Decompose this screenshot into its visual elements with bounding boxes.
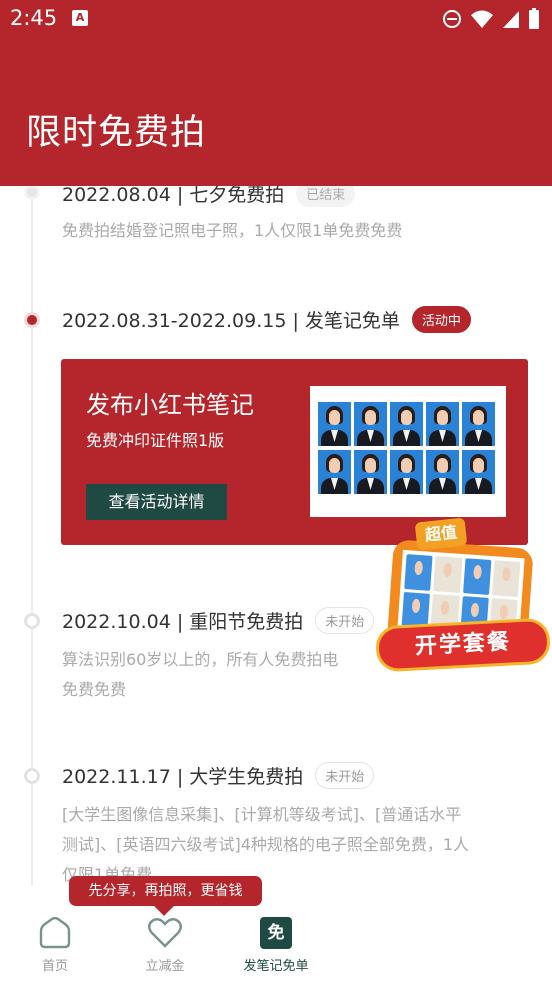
event-title-college: 2022.11.17 | 大学生免费拍 未开始 <box>62 762 375 789</box>
timeline-dot-upcoming <box>24 613 40 629</box>
id-photo <box>390 450 423 494</box>
status-badge-active: 活动中 <box>411 306 471 333</box>
status-bar: 2:45 A <box>0 0 552 40</box>
desc-line: 算法识别60岁以上的，所有人免费拍电 <box>62 650 339 669</box>
id-photo <box>318 402 351 446</box>
wifi-icon <box>471 10 493 28</box>
nav-item-note-free[interactable]: 免 发笔记免单 <box>221 917 331 974</box>
status-badge-upcoming: 未开始 <box>315 762 375 789</box>
id-photo-sheet-image <box>310 386 506 517</box>
id-photo <box>462 450 495 494</box>
event-title-text: 2022.10.04 | 重阳节免费拍 <box>62 611 304 633</box>
do-not-disturb-icon <box>443 10 461 28</box>
page-title: 限时免费拍 <box>26 113 207 153</box>
desc-line: 免费免费 <box>62 680 127 699</box>
event-title-note-free: 2022.08.31-2022.09.15 | 发笔记免单 活动中 <box>62 306 471 333</box>
event-title-text: 2022.08.31-2022.09.15 | 发笔记免单 <box>62 310 400 332</box>
nav-label: 首页 <box>41 959 68 974</box>
id-photo <box>390 402 423 446</box>
id-photo <box>318 450 351 494</box>
nav-label: 发笔记免单 <box>243 959 309 974</box>
promo-subtitle: 免费冲印证件照1版 <box>86 431 225 450</box>
nav-label: 立减金 <box>145 959 185 974</box>
id-photo <box>354 402 387 446</box>
status-badge-upcoming: 未开始 <box>315 607 375 634</box>
timeline-dot-upcoming <box>24 768 40 784</box>
event-title-chongyang: 2022.10.04 | 重阳节免费拍 未开始 <box>62 607 375 634</box>
heart-icon <box>148 918 182 948</box>
timeline-dot-ended <box>24 184 40 200</box>
status-time: 2:45 <box>10 6 58 30</box>
bottom-nav: 首页 立减金 免 发笔记免单 <box>0 905 552 981</box>
back-to-school-package-sticker[interactable]: 超值 开学套餐 <box>372 510 552 690</box>
nav-item-home[interactable]: 首页 <box>0 917 110 974</box>
id-photo <box>462 402 495 446</box>
share-tooltip: 先分享，再拍照，更省钱 <box>69 876 262 906</box>
status-icons <box>442 8 540 30</box>
desc-line: [大学生图像信息采集]、[计算机等级考试]、[普通话水平 <box>62 805 462 824</box>
notification-icon: A <box>72 10 88 26</box>
signal-icon <box>503 11 519 28</box>
home-icon <box>39 917 71 949</box>
id-photo <box>426 450 459 494</box>
timeline-dot-active <box>24 312 40 328</box>
battery-icon <box>529 8 539 29</box>
event-title-text: 2022.11.17 | 大学生免费拍 <box>62 766 304 788</box>
promo-title: 发布小红书笔记 <box>86 391 254 419</box>
free-badge-icon: 免 <box>260 917 292 949</box>
nav-item-discount[interactable]: 立减金 <box>110 917 220 974</box>
id-photo <box>354 450 387 494</box>
sticker-tag: 超值 <box>414 517 468 551</box>
event-desc-chongyang: 算法识别60岁以上的，所有人免费拍电 免费免费 <box>62 645 338 705</box>
sticker-label: 开学套餐 <box>374 617 552 673</box>
view-details-button[interactable]: 查看活动详情 <box>86 484 227 520</box>
desc-line: 测试]、[英语四六级考试]4种规格的电子照全部免费，1人 <box>62 835 470 854</box>
app-header: 2:45 A 限时免费拍 <box>0 0 552 186</box>
id-photo <box>426 402 459 446</box>
event-desc-qixi: 免费拍结婚登记照电子照，1人仅限1单免费免费 <box>62 221 403 240</box>
